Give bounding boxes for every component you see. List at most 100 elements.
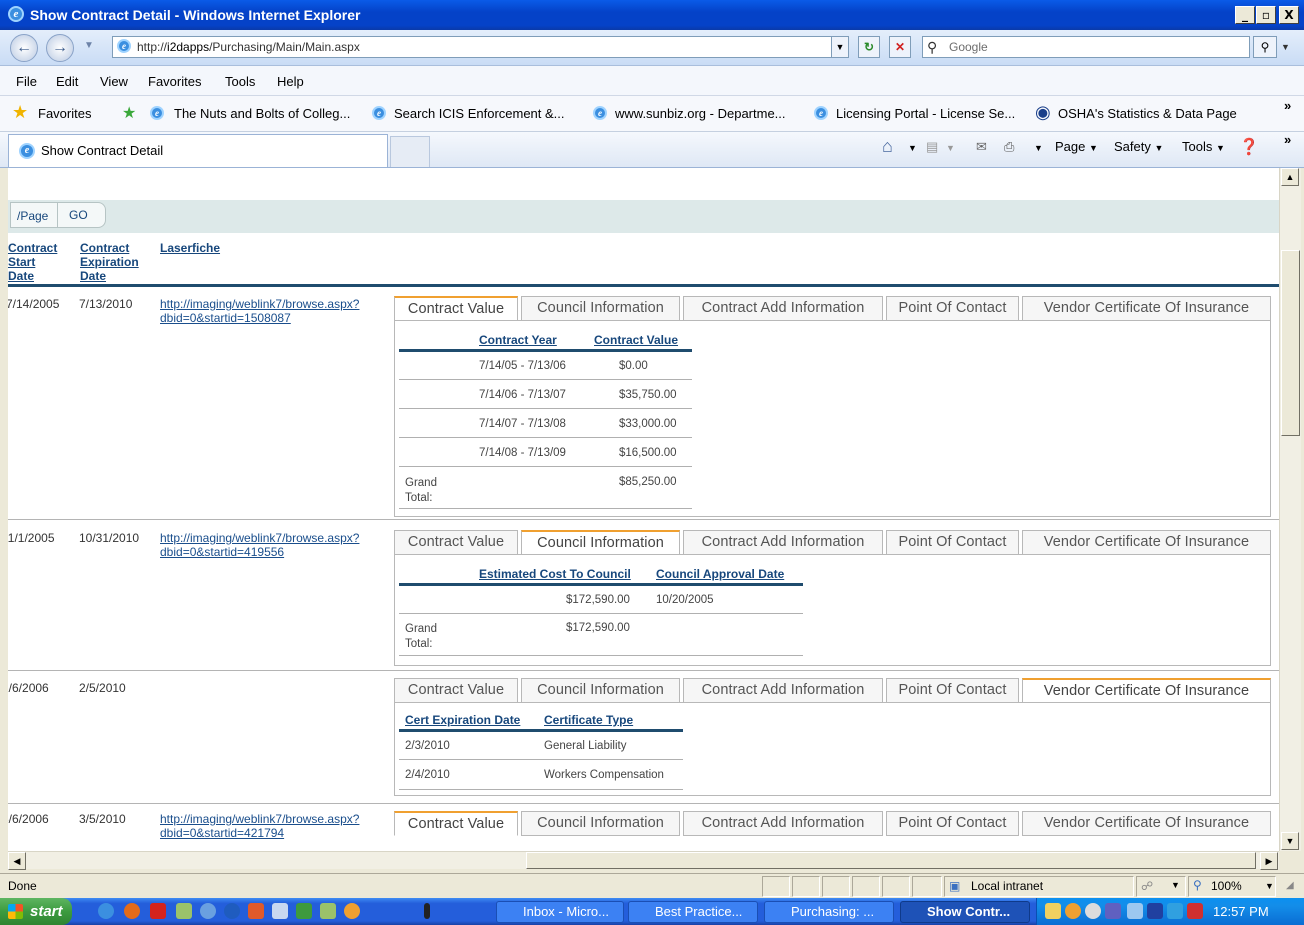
tab-vendor-certificate[interactable]: Vendor Certificate Of Insurance: [1022, 296, 1271, 321]
horizontal-scrollbar[interactable]: ◀ ▶: [8, 851, 1279, 870]
add-favorite-icon[interactable]: ★: [122, 103, 136, 123]
back-button[interactable]: ←: [10, 34, 38, 62]
search-go-icon[interactable]: ⚲: [1253, 36, 1277, 58]
tray-app-icon[interactable]: [1167, 903, 1183, 919]
quicklaunch-media-icon[interactable]: [224, 903, 240, 919]
address-input[interactable]: e http://i2dapps/Purchasing/Main/Main.as…: [112, 36, 848, 58]
start-button[interactable]: start: [0, 898, 72, 925]
tab-council-information[interactable]: Council Information: [521, 678, 680, 703]
quicklaunch-app-icon[interactable]: [200, 903, 216, 919]
tab-contract-add-information[interactable]: Contract Add Information: [683, 678, 883, 703]
tab-point-of-contact[interactable]: Point Of Contact: [886, 530, 1019, 555]
col-cert-expiration-date[interactable]: Cert Expiration Date: [405, 713, 520, 727]
command-overflow-icon[interactable]: »: [1284, 132, 1291, 147]
title-bar[interactable]: e Show Contract Detail - Windows Interne…: [0, 0, 1304, 30]
favorites-star-icon[interactable]: ★: [12, 102, 28, 123]
menu-view[interactable]: View: [100, 74, 128, 89]
quicklaunch-app-icon[interactable]: [272, 903, 288, 919]
quicklaunch-acrobat-icon[interactable]: [150, 903, 166, 919]
help-icon[interactable]: ❓: [1239, 137, 1259, 157]
task-inbox[interactable]: Inbox - Micro...: [496, 901, 624, 923]
scroll-down-icon[interactable]: ▼: [1281, 832, 1299, 850]
tab-contract-value[interactable]: Contract Value: [394, 296, 518, 321]
menu-file[interactable]: File: [16, 74, 37, 89]
forward-button[interactable]: →: [46, 34, 74, 62]
menu-tools[interactable]: Tools: [225, 74, 255, 89]
tab-council-information[interactable]: Council Information: [521, 811, 680, 836]
tab-contract-value[interactable]: Contract Value: [394, 678, 518, 703]
tab-point-of-contact[interactable]: Point Of Contact: [886, 678, 1019, 703]
tray-app-icon[interactable]: [1187, 903, 1203, 919]
tab-vendor-certificate[interactable]: Vendor Certificate Of Insurance: [1022, 811, 1271, 836]
print-dropdown-icon[interactable]: ▼: [1034, 143, 1043, 153]
search-input[interactable]: ⚲ Google: [922, 36, 1250, 58]
new-tab-button[interactable]: [390, 136, 430, 167]
scroll-left-icon[interactable]: ◀: [8, 852, 26, 870]
quicklaunch-app-icon[interactable]: [248, 903, 264, 919]
tab-contract-value[interactable]: Contract Value: [394, 530, 518, 555]
tab-council-information[interactable]: Council Information: [521, 296, 680, 321]
search-options-icon[interactable]: ▼: [1281, 42, 1290, 52]
tab-contract-add-information[interactable]: Contract Add Information: [683, 296, 883, 321]
tab-point-of-contact[interactable]: Point Of Contact: [886, 296, 1019, 321]
protected-mode-indicator[interactable]: ☍ ▼: [1136, 876, 1186, 897]
favorite-link-4[interactable]: Licensing Portal - License Se...: [836, 106, 1015, 121]
col-contract-year[interactable]: Contract Year: [479, 333, 557, 347]
go-button[interactable]: GO: [69, 208, 88, 222]
tray-network-icon[interactable]: [1127, 903, 1143, 919]
address-dropdown-icon[interactable]: ▼: [831, 36, 849, 58]
quicklaunch-outlook-icon[interactable]: [344, 903, 360, 919]
tab-contract-add-information[interactable]: Contract Add Information: [683, 811, 883, 836]
feeds-icon[interactable]: ▤: [926, 139, 938, 155]
header-laserfiche[interactable]: Laserfiche: [160, 241, 220, 255]
favorite-link-3[interactable]: www.sunbiz.org - Departme...: [615, 106, 786, 121]
refresh-icon[interactable]: ↻: [858, 36, 880, 58]
tab-council-information[interactable]: Council Information: [521, 530, 680, 555]
favorite-link-1[interactable]: The Nuts and Bolts of Colleg...: [174, 106, 350, 121]
col-certificate-type[interactable]: Certificate Type: [544, 713, 633, 727]
resize-grip-icon[interactable]: ◢: [1286, 880, 1294, 891]
safety-menu[interactable]: Safety ▼: [1114, 139, 1163, 154]
quicklaunch-ie-icon[interactable]: [98, 903, 114, 919]
minimize-button[interactable]: _: [1235, 6, 1255, 24]
tab-show-contract-detail[interactable]: e Show Contract Detail: [8, 134, 388, 167]
maximize-button[interactable]: ▫: [1256, 6, 1276, 24]
quicklaunch-app-icon[interactable]: [176, 903, 192, 919]
tray-app-icon[interactable]: [1105, 903, 1121, 919]
feeds-dropdown-icon[interactable]: ▼: [946, 143, 955, 153]
task-purchasing[interactable]: Purchasing: ...: [764, 901, 894, 923]
clock[interactable]: 12:57 PM: [1213, 904, 1269, 919]
laserfiche-link[interactable]: http://imaging/weblink7/browse.aspx? dbid…: [160, 297, 359, 325]
favorite-link-5[interactable]: OSHA's Statistics & Data Page: [1058, 106, 1237, 121]
favorites-button[interactable]: Favorites: [38, 106, 91, 121]
header-contract-start[interactable]: Contract Start Date: [8, 241, 68, 283]
page-menu[interactable]: Page ▼: [1055, 139, 1098, 154]
tools-menu[interactable]: Tools ▼: [1182, 139, 1225, 154]
scroll-thumb[interactable]: [1281, 250, 1300, 436]
col-estimated-cost[interactable]: Estimated Cost To Council: [479, 567, 631, 581]
close-button[interactable]: X: [1279, 6, 1299, 24]
task-best-practice[interactable]: Best Practice...: [628, 901, 758, 923]
quicklaunch-firefox-icon[interactable]: [124, 903, 140, 919]
tray-app-icon[interactable]: [1085, 903, 1101, 919]
tab-point-of-contact[interactable]: Point Of Contact: [886, 811, 1019, 836]
menu-help[interactable]: Help: [277, 74, 304, 89]
zoom-control[interactable]: ⚲ 100% ▼: [1188, 876, 1276, 897]
home-icon[interactable]: ⌂: [882, 136, 893, 157]
hscroll-thumb[interactable]: [526, 852, 1256, 869]
favorites-overflow-icon[interactable]: »: [1284, 98, 1291, 113]
tray-app-icon[interactable]: [1065, 903, 1081, 919]
vertical-scrollbar[interactable]: ▲ ▼: [1279, 168, 1301, 851]
mail-icon[interactable]: ✉: [976, 139, 987, 155]
laserfiche-link[interactable]: http://imaging/weblink7/browse.aspx? dbid…: [160, 531, 359, 559]
history-dropdown-icon[interactable]: ▼: [84, 40, 94, 51]
col-council-approval-date[interactable]: Council Approval Date: [656, 567, 784, 581]
tab-vendor-certificate[interactable]: Vendor Certificate Of Insurance: [1022, 530, 1271, 555]
tab-contract-add-information[interactable]: Contract Add Information: [683, 530, 883, 555]
zone-indicator[interactable]: ▣ Local intranet: [944, 876, 1134, 897]
print-icon[interactable]: ⎙: [1004, 139, 1014, 155]
tray-app-icon[interactable]: [1147, 903, 1163, 919]
quicklaunch-excel-icon[interactable]: [296, 903, 312, 919]
quicklaunch-app-icon[interactable]: [424, 903, 430, 919]
scroll-up-icon[interactable]: ▲: [1281, 168, 1299, 186]
